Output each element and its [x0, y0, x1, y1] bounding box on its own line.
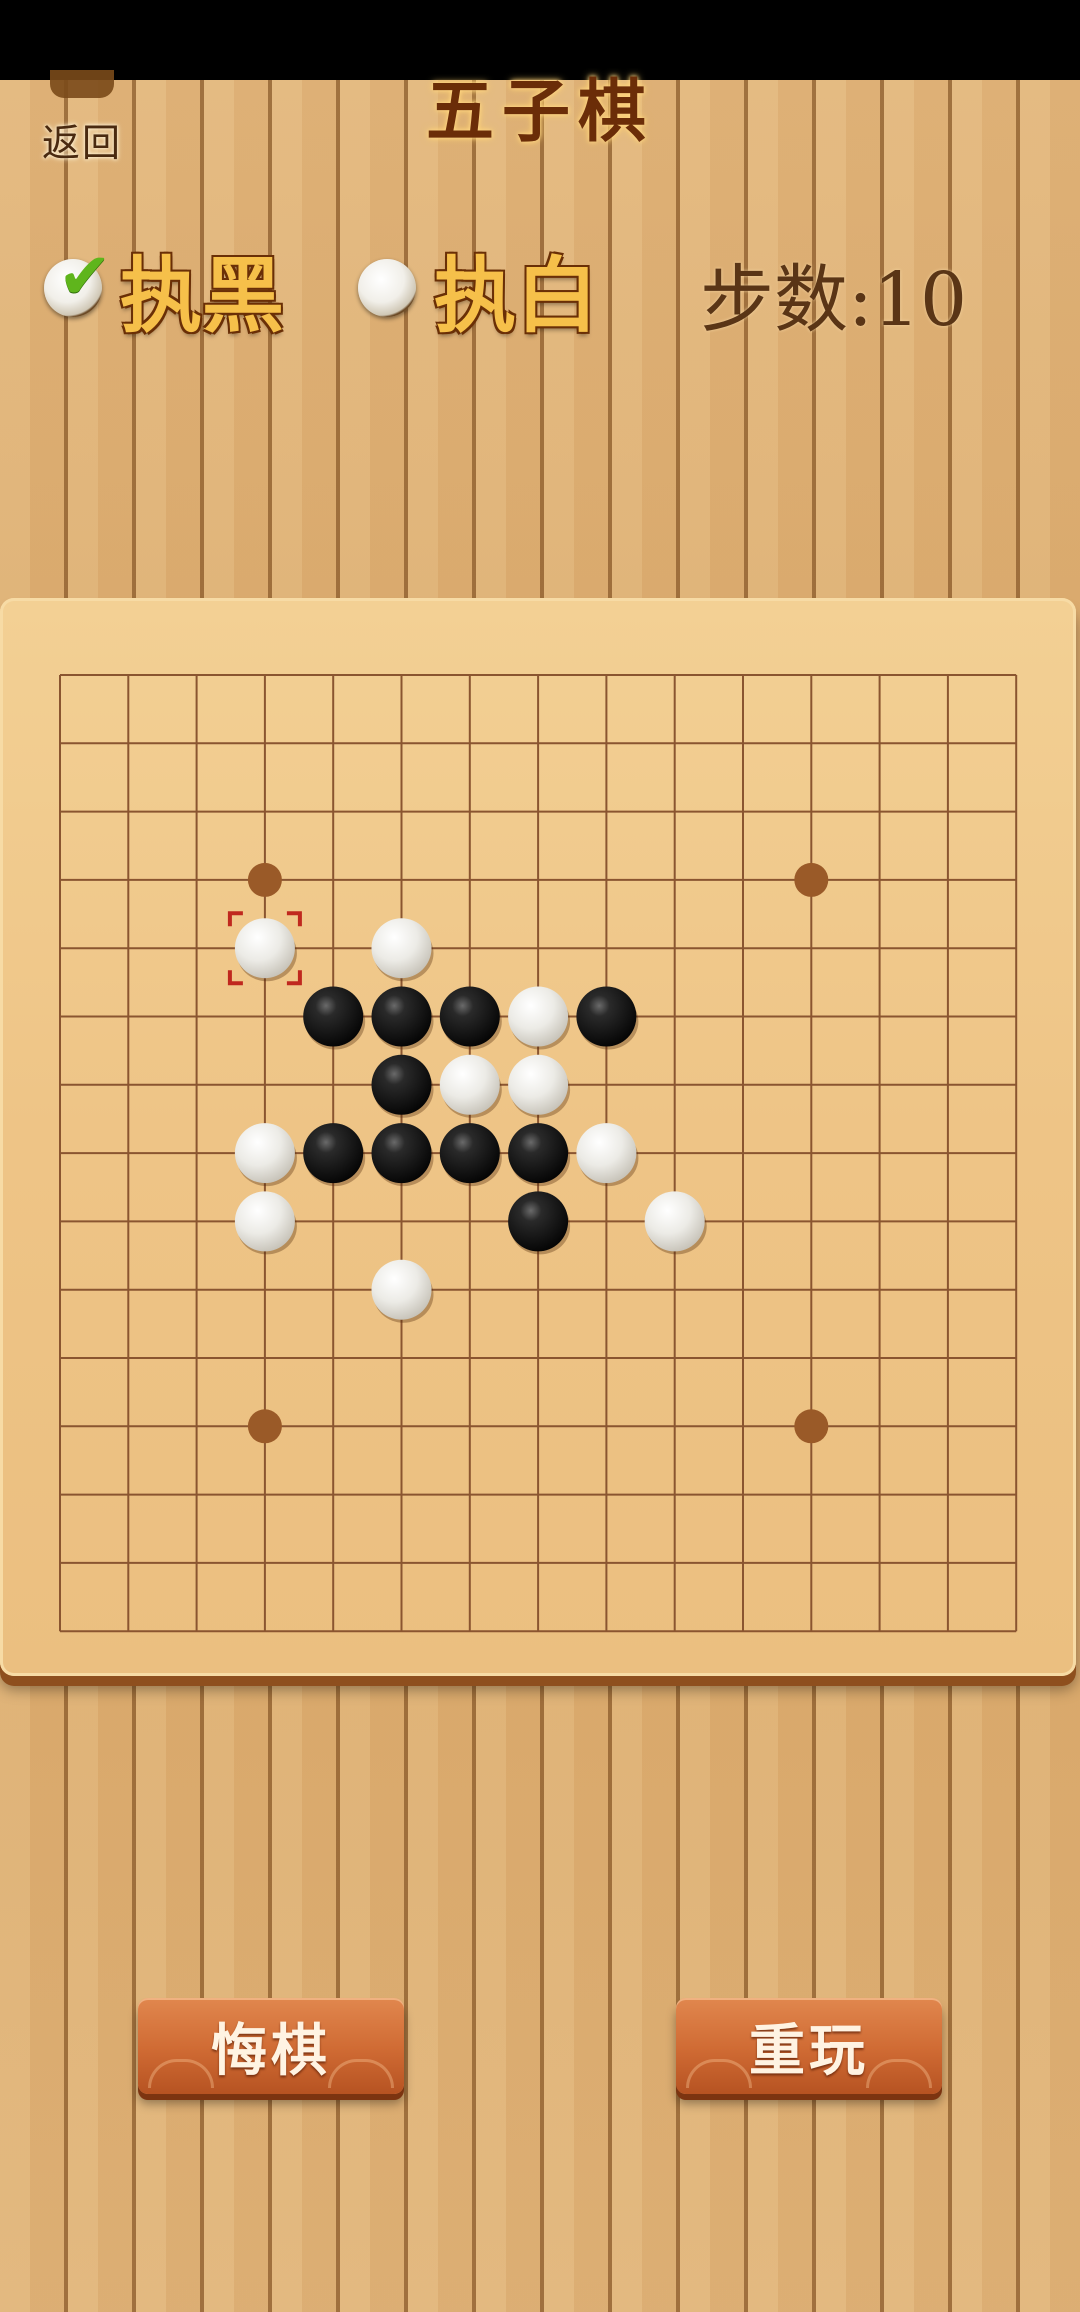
star-point	[794, 862, 829, 897]
play-black-option[interactable]: ✔ 执黑	[44, 238, 284, 344]
black-stone[interactable]	[576, 986, 637, 1047]
back-label: 返回	[42, 121, 123, 165]
cloud-ornament-icon	[328, 2059, 394, 2088]
cloud-ornament-icon	[148, 2059, 214, 2088]
black-stone[interactable]	[303, 1123, 364, 1184]
white-stone[interactable]	[508, 986, 569, 1047]
black-stone[interactable]	[371, 986, 432, 1047]
checkmark-icon: ✔	[58, 240, 112, 314]
black-radio-checked[interactable]: ✔	[44, 245, 112, 317]
undo-button[interactable]: 悔棋	[138, 1998, 404, 2094]
black-stone[interactable]	[303, 986, 364, 1047]
cloud-ornament-icon	[866, 2059, 932, 2088]
white-stone[interactable]	[234, 1191, 295, 1252]
back-button[interactable]: 返回	[32, 70, 142, 165]
board-grid[interactable]	[0, 598, 1076, 1676]
black-stone[interactable]	[371, 1054, 432, 1115]
star-point	[794, 1409, 829, 1444]
replay-label: 重玩	[749, 2017, 869, 2084]
replay-button[interactable]: 重玩	[676, 1998, 942, 2094]
star-point	[247, 862, 282, 897]
back-arrow-icon	[50, 70, 114, 98]
white-stone[interactable]	[371, 918, 432, 979]
gomoku-board[interactable]	[0, 598, 1076, 1676]
play-black-label: 执黑	[120, 247, 285, 344]
black-stone[interactable]	[371, 1123, 432, 1184]
star-point	[247, 1409, 282, 1444]
cloud-ornament-icon	[686, 2059, 752, 2088]
black-stone[interactable]	[508, 1123, 569, 1184]
white-stone[interactable]	[644, 1191, 705, 1252]
white-stone[interactable]	[508, 1054, 569, 1115]
black-stone[interactable]	[439, 986, 500, 1047]
undo-label: 悔棋	[211, 2017, 331, 2084]
page-title: 五子棋	[425, 72, 654, 152]
white-stone[interactable]	[371, 1259, 432, 1320]
play-white-label: 执白	[434, 247, 599, 344]
white-stone[interactable]	[439, 1054, 500, 1115]
white-stone[interactable]	[576, 1123, 637, 1184]
step-counter: 步数:10	[700, 257, 968, 343]
black-stone[interactable]	[508, 1191, 569, 1252]
white-radio[interactable]	[358, 259, 416, 317]
white-stone[interactable]	[234, 1123, 295, 1184]
black-stone[interactable]	[439, 1123, 500, 1184]
play-white-option[interactable]: 执白	[358, 238, 598, 344]
white-stone[interactable]	[234, 918, 295, 979]
